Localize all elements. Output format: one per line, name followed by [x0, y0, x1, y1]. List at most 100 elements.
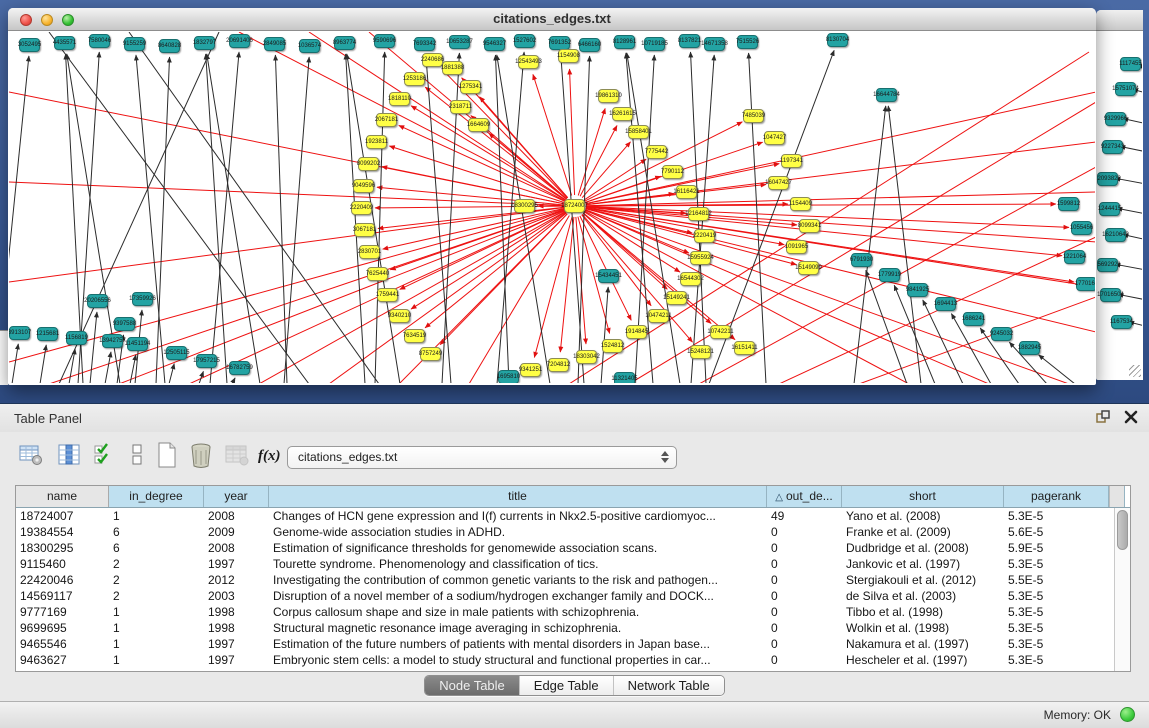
graph-node[interactable]: 16116421 — [676, 185, 697, 199]
graph-node[interactable]: 8640828 — [159, 39, 180, 53]
column-header-short[interactable]: short — [842, 486, 1004, 507]
show-columns-icon[interactable] — [56, 442, 82, 468]
table-row[interactable]: 1872400712008Changes of HCN gene express… — [16, 508, 1109, 524]
table-row[interactable]: 946362711997Embryonic stem cells: a mode… — [16, 652, 1109, 668]
graph-node[interactable]: 15751074 — [1115, 82, 1136, 96]
graph-node[interactable]: 1047427 — [764, 131, 785, 145]
table-row[interactable]: 969969511998Structural magnetic resonanc… — [16, 620, 1109, 636]
graph-node[interactable]: 1197341 — [781, 154, 802, 168]
graph-node[interactable]: 2220419 — [694, 229, 715, 243]
graph-node[interactable]: 15955924 — [690, 251, 711, 265]
graph-node[interactable]: 1695810 — [498, 370, 519, 383]
graph-node[interactable]: 1527602 — [514, 34, 535, 48]
graph-node[interactable]: 9049596 — [353, 179, 374, 193]
graph-node[interactable]: 7790112 — [662, 165, 683, 179]
graph-node[interactable]: 15248121 — [690, 345, 711, 359]
table-row[interactable]: 911546021997Tourette syndrome. Phenomeno… — [16, 556, 1109, 572]
delete-table-icon[interactable] — [188, 442, 214, 468]
create-table-icon[interactable] — [154, 442, 180, 468]
graph-node[interactable]: 7515526 — [737, 35, 758, 49]
graph-node[interactable]: 6466160 — [579, 38, 600, 52]
column-header-out_de[interactable]: △out_de... — [767, 486, 842, 507]
graph-node[interactable]: 9245032 — [991, 327, 1012, 341]
graph-node[interactable]: 1244415 — [1099, 202, 1120, 216]
graph-node[interactable]: 17016504 — [1100, 288, 1121, 302]
graph-node[interactable]: 16210643 — [1105, 228, 1126, 242]
graph-node[interactable]: 3913107 — [9, 326, 30, 340]
graph-node[interactable]: 1694413 — [935, 297, 956, 311]
column-header-pagerank[interactable]: pagerank — [1004, 486, 1109, 507]
graph-node[interactable]: 1156819 — [66, 331, 87, 345]
select-all-columns-icon[interactable] — [92, 442, 118, 468]
graph-node[interactable]: 16544302 — [680, 272, 701, 286]
float-panel-icon[interactable] — [1095, 409, 1111, 425]
graph-node[interactable]: 1759441 — [377, 288, 398, 302]
graph-node[interactable]: 1770165 — [1076, 277, 1095, 291]
column-header-year[interactable]: year — [204, 486, 269, 507]
resize-grip-icon[interactable] — [1129, 365, 1141, 377]
graph-node[interactable]: 1215681 — [37, 327, 58, 341]
graph-node[interactable]: 1055456 — [1071, 221, 1092, 235]
table-row[interactable]: 1938455462009Genome-wide association stu… — [16, 524, 1109, 540]
graph-node[interactable]: 1154409 — [790, 197, 811, 211]
table-settings-icon[interactable] — [18, 442, 44, 468]
graph-node[interactable]: 9546327 — [484, 37, 505, 51]
graph-node[interactable]: 1923811 — [366, 135, 387, 149]
graph-node[interactable]: 9841925 — [907, 283, 928, 297]
graph-node[interactable]: 17957215 — [196, 354, 217, 368]
graph-node[interactable]: 3052495 — [19, 38, 40, 52]
network-view-window[interactable]: citations_edges.txt 18724007183002953052… — [8, 8, 1096, 385]
graph-node[interactable]: 8099202 — [358, 157, 379, 171]
graph-node[interactable]: 1524812 — [602, 339, 623, 353]
graph-node[interactable]: 11321405 — [614, 372, 635, 383]
graph-node[interactable]: 9227343 — [1102, 140, 1123, 154]
graph-node[interactable]: 16261615 — [612, 107, 633, 121]
tab-edge-table[interactable]: Edge Table — [520, 676, 614, 695]
graph-node[interactable]: 20691406 — [229, 34, 250, 48]
graph-node[interactable]: 1779919 — [879, 268, 900, 282]
graph-node[interactable]: 7204812 — [548, 358, 569, 372]
graph-node[interactable]: 1914845 — [626, 325, 647, 339]
graph-node[interactable]: 2830701 — [359, 245, 380, 259]
graph-node[interactable]: 1091965 — [786, 240, 807, 254]
graph-node[interactable]: 1686241 — [963, 312, 984, 326]
graph-node[interactable]: 8963774 — [334, 36, 355, 50]
graph-node[interactable]: 12505115 — [166, 346, 187, 360]
graph-node[interactable]: 10653287 — [449, 35, 470, 49]
graph-node[interactable]: 7580046 — [89, 34, 110, 48]
graph-node[interactable]: 1275341 — [460, 80, 481, 94]
function-builder-icon[interactable]: f(x) — [256, 442, 282, 468]
graph-node[interactable]: 8099341 — [799, 219, 820, 233]
graph-node[interactable]: 16151411 — [734, 341, 755, 355]
graph-node[interactable]: 8128961 — [614, 35, 635, 49]
graph-node[interactable]: 19861310 — [598, 89, 619, 103]
scrollbar-thumb[interactable] — [1117, 510, 1128, 550]
graph-node[interactable]: 17359926 — [132, 292, 153, 306]
graph-node[interactable]: 8137821 — [679, 34, 700, 48]
table-row[interactable]: 2242004622012Investigating the contribut… — [16, 572, 1109, 588]
graph-node[interactable]: 7693342 — [414, 37, 435, 51]
row-options-icon[interactable] — [124, 442, 150, 468]
graph-node[interactable]: 9341251 — [520, 363, 541, 377]
graph-node[interactable]: 15149241 — [666, 291, 687, 305]
graph-node[interactable]: 10474211 — [648, 309, 669, 323]
graph-node[interactable]: 1881388 — [442, 61, 463, 75]
graph-node[interactable]: 12164812 — [688, 207, 709, 221]
graph-node[interactable]: 15692921 — [1097, 258, 1118, 272]
table-row[interactable]: 946554611997Estimation of the future num… — [16, 636, 1109, 652]
graph-node[interactable]: 9155259 — [124, 37, 145, 51]
tab-network-table[interactable]: Network Table — [614, 676, 724, 695]
graph-node[interactable]: 15858401 — [628, 125, 649, 139]
table-row[interactable]: 1830029562008Estimation of significance … — [16, 540, 1109, 556]
graph-node[interactable]: 9340210 — [389, 309, 410, 323]
graph-node[interactable]: 12093822 — [1097, 172, 1118, 186]
graph-node[interactable]: 2220409 — [351, 201, 372, 215]
table-vertical-scrollbar[interactable] — [1114, 508, 1130, 671]
table-row[interactable]: 977716911998Corpus callosum shape and si… — [16, 604, 1109, 620]
background-network-canvas[interactable]: 1117455157510749329966922734312093822124… — [1097, 31, 1142, 379]
graph-node[interactable]: 3067181 — [354, 223, 375, 237]
graph-node[interactable]: 7634519 — [404, 329, 425, 343]
graph-node[interactable]: 8130704 — [827, 33, 848, 47]
tab-node-table[interactable]: Node Table — [425, 676, 520, 695]
graph-node[interactable]: 1221064 — [1064, 250, 1085, 264]
